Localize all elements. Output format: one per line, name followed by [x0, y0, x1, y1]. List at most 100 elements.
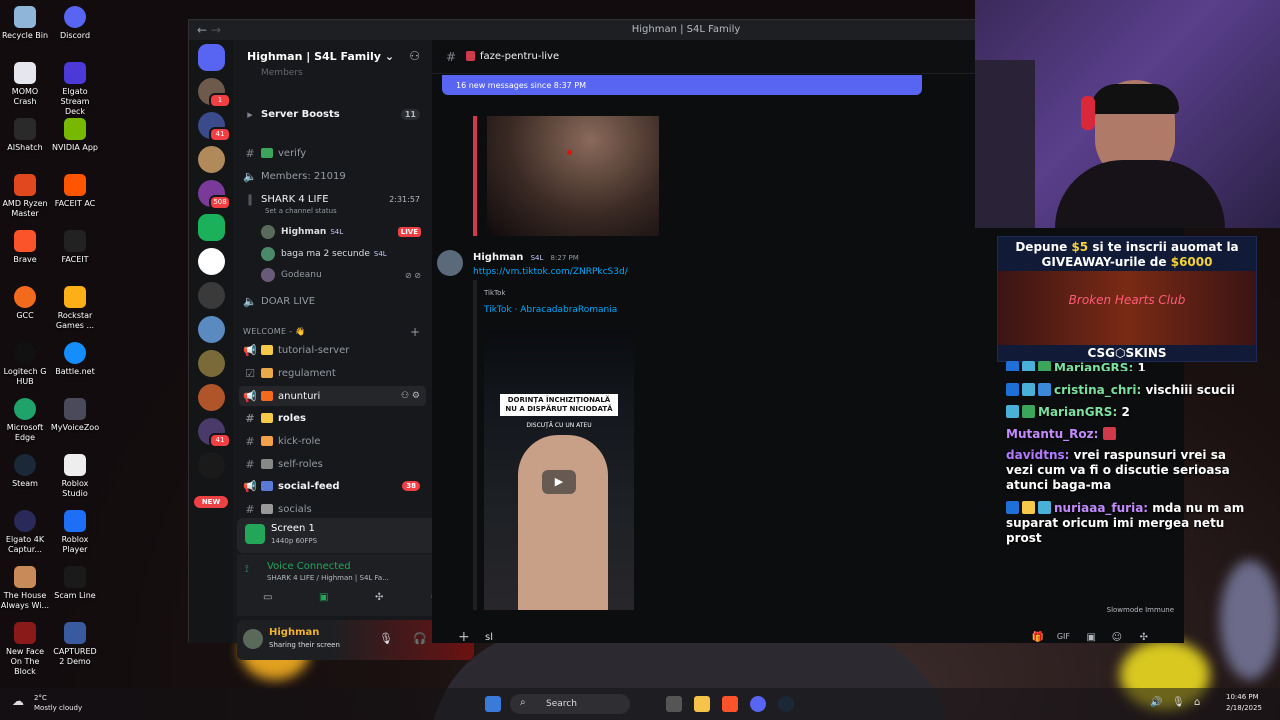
share-screen-icon[interactable]: ▣: [319, 592, 328, 603]
channel-kick-role[interactable]: # kick-role: [239, 431, 426, 451]
server-icon[interactable]: [198, 384, 225, 411]
desktop-icon[interactable]: Scam Line: [50, 566, 100, 601]
weather-temp[interactable]: 2°C: [34, 694, 47, 702]
desktop-icon[interactable]: Discord: [50, 6, 100, 41]
clock-time[interactable]: 10:46 PM: [1226, 693, 1259, 701]
direct-messages-icon[interactable]: [198, 44, 225, 71]
user-tag: S4L: [530, 254, 544, 262]
emoji-icon[interactable]: ☺: [1112, 632, 1122, 643]
camera-icon[interactable]: ▭: [263, 592, 272, 603]
channel-status[interactable]: Set a channel status: [265, 207, 337, 215]
message-link[interactable]: https://vm.tiktok.com/ZNRPkcS3d/: [473, 267, 628, 277]
desktop-icon[interactable]: Brave: [0, 230, 50, 265]
desktop-icon[interactable]: GCC: [0, 286, 50, 321]
message-input[interactable]: sl: [485, 632, 493, 643]
message-author[interactable]: Highman: [473, 252, 523, 263]
clock-date[interactable]: 2/18/2025: [1226, 704, 1262, 712]
file-explorer-icon[interactable]: [694, 696, 710, 712]
desktop-icon[interactable]: Recycle Bin: [0, 6, 50, 41]
headphones-icon[interactable]: 🎧: [413, 632, 427, 645]
sidebar-item-server-boosts[interactable]: ▸ Server Boosts 11: [239, 104, 426, 124]
channel-members-count[interactable]: 🔈 Members: 21019: [239, 166, 426, 186]
new-messages-bar[interactable]: 16 new messages since 8:37 PM: [442, 75, 922, 95]
voice-user[interactable]: Godeanu ⊘ ⊘: [261, 265, 421, 285]
volume-icon[interactable]: 🔊: [1150, 697, 1162, 708]
server-icon[interactable]: [198, 214, 225, 241]
windows-start-icon[interactable]: [485, 696, 501, 712]
desktop-icon[interactable]: FACEIT: [50, 230, 100, 265]
voice-status[interactable]: Voice Connected: [267, 561, 351, 572]
gift-icon[interactable]: 🎁: [1032, 632, 1044, 643]
server-icon[interactable]: [198, 146, 225, 173]
message-composer[interactable]: + sl 🎁 GIF ▣ ☺ ✣: [444, 626, 1174, 656]
server-icon[interactable]: [198, 282, 225, 309]
server-icon[interactable]: 41: [198, 418, 231, 448]
desktop-icon[interactable]: Rockstar Games ...: [50, 286, 100, 331]
embed-title[interactable]: TikTok · AbracadabraRomania: [484, 305, 617, 315]
apps-icon[interactable]: ✣: [1140, 632, 1148, 643]
voice-channel-path[interactable]: SHARK 4 LIFE / Highman | S4L Fa...: [267, 574, 389, 582]
voice-channel-shark[interactable]: ∥ SHARK 4 LIFE 2:31:57: [239, 189, 426, 209]
task-view-icon[interactable]: [666, 696, 682, 712]
gif-icon[interactable]: GIF: [1057, 632, 1070, 641]
category-welcome[interactable]: WELCOME - 👋: [243, 327, 306, 336]
channel-social-feed[interactable]: 📢 social-feed 38: [239, 476, 426, 496]
desktop-icon[interactable]: Logitech G HUB: [0, 342, 50, 387]
channel-self-roles[interactable]: # self-roles: [239, 454, 426, 474]
server-name: Highman | S4L Family: [247, 50, 381, 63]
microphone-icon[interactable]: 🎙: [1172, 697, 1185, 708]
channel-verify[interactable]: # verify: [239, 143, 426, 163]
server-icon[interactable]: [198, 316, 225, 343]
network-icon[interactable]: ⌂: [1194, 697, 1200, 708]
server-icon[interactable]: 508: [198, 180, 231, 210]
taskbar-search[interactable]: ⌕ Search: [510, 694, 630, 714]
steam-icon[interactable]: [778, 696, 794, 712]
weather-desc[interactable]: Mostly cloudy: [34, 704, 82, 712]
microphone-icon[interactable]: 🎙: [379, 632, 393, 645]
discord-icon[interactable]: [750, 696, 766, 712]
add-channel-icon[interactable]: +: [410, 325, 420, 339]
desktop-icon[interactable]: AIShatch: [0, 118, 50, 153]
play-icon[interactable]: ▶: [542, 470, 576, 494]
desktop-icon[interactable]: Elgato 4K Captur...: [0, 510, 50, 555]
channel-tutorial-server[interactable]: 📢 tutorial-server: [239, 340, 426, 360]
server-icon[interactable]: 1: [198, 78, 231, 108]
video-embed[interactable]: DORINȚA ÎNCHIZIȚIONALĂ NU A DISPĂRUT NIC…: [484, 330, 634, 610]
desktop-icon[interactable]: Steam: [0, 454, 50, 489]
voice-channel-doar-live[interactable]: 🔈 DOAR LIVE: [239, 291, 426, 311]
server-icon[interactable]: [198, 248, 225, 275]
desktop-icon[interactable]: Roblox Player: [50, 510, 100, 555]
desktop-icon[interactable]: The House Always Wi...: [0, 566, 50, 611]
avatar[interactable]: [437, 250, 463, 276]
desktop-icon[interactable]: NVIDIA App: [50, 118, 100, 153]
desktop-icon[interactable]: MOMO Crash: [0, 62, 50, 107]
channel-socials[interactable]: # socials: [239, 499, 426, 519]
activities-icon[interactable]: ✣: [375, 592, 383, 603]
image-attachment[interactable]: [487, 116, 659, 236]
desktop-icon[interactable]: AMD Ryzen Master: [0, 174, 50, 219]
desktop-icon[interactable]: New Face On The Block: [0, 622, 50, 677]
desktop-icon[interactable]: Elgato Stream Deck: [50, 62, 100, 117]
server-icon[interactable]: 41: [198, 112, 231, 142]
desktop-icon[interactable]: Battle.net: [50, 342, 100, 377]
channel-regulament[interactable]: ☑ regulament: [239, 363, 426, 383]
voice-user[interactable]: baga ma 2 secunde S4L: [261, 244, 421, 264]
channel-settings-icon[interactable]: ⚇ ⚙: [401, 391, 420, 401]
sticker-icon[interactable]: ▣: [1087, 632, 1096, 643]
channel-roles[interactable]: # roles: [239, 408, 426, 428]
chevron-down-icon: ⌄: [384, 50, 395, 63]
add-attachment-icon[interactable]: +: [458, 629, 470, 645]
brave-icon[interactable]: [722, 696, 738, 712]
avatar[interactable]: [243, 629, 263, 649]
desktop-icon[interactable]: FACEIT AC: [50, 174, 100, 209]
channel-anunturi[interactable]: 📢 anunturi ⚇ ⚙: [239, 386, 426, 406]
desktop-icon[interactable]: CAPTURED 2 Demo: [50, 622, 100, 667]
server-icon[interactable]: [198, 350, 225, 377]
desktop-icon[interactable]: MyVoiceZoo: [50, 398, 100, 433]
sidebar-item-members[interactable]: Members: [239, 67, 426, 79]
voice-user[interactable]: Highman S4L LIVE: [261, 222, 421, 242]
desktop-icon[interactable]: Microsoft Edge: [0, 398, 50, 443]
desktop-icon[interactable]: Roblox Studio: [50, 454, 100, 499]
server-icon[interactable]: [198, 452, 225, 479]
invite-icon[interactable]: ⚇: [409, 49, 420, 63]
